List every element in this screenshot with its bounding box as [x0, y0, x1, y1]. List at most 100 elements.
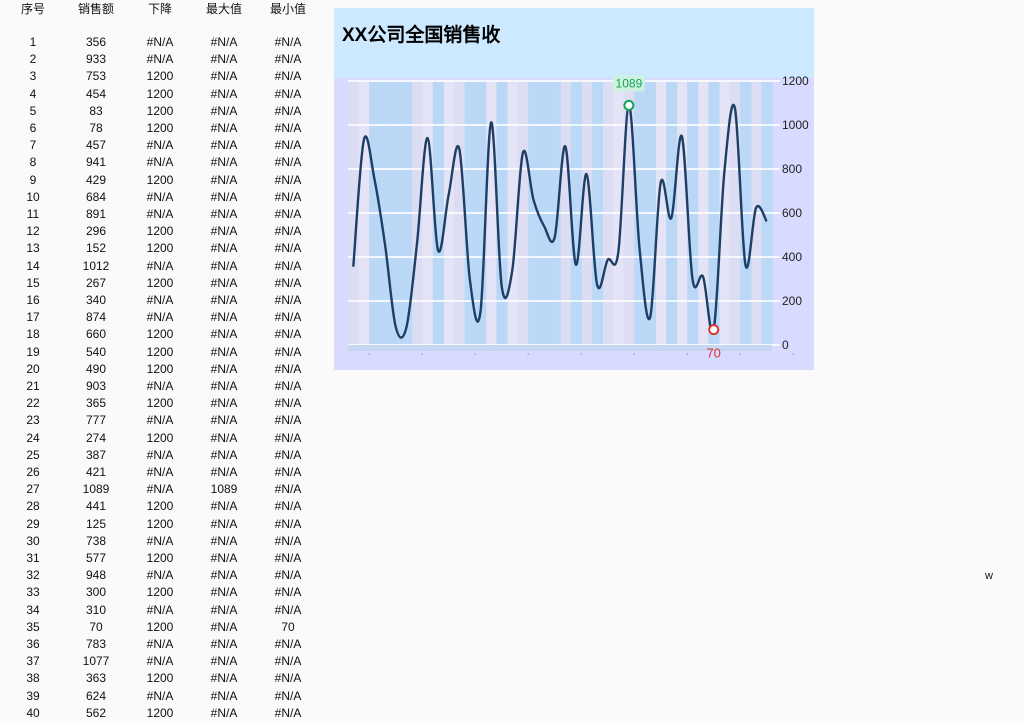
table-cell[interactable]: #N/A: [258, 550, 318, 567]
table-cell[interactable]: #N/A: [258, 326, 318, 343]
table-cell[interactable]: #N/A: [130, 206, 190, 223]
table-cell[interactable]: 310: [65, 602, 127, 619]
table-cell[interactable]: 70: [258, 619, 318, 636]
table-cell[interactable]: 365: [65, 395, 127, 412]
table-cell[interactable]: #N/A: [130, 636, 190, 653]
table-cell[interactable]: #N/A: [130, 292, 190, 309]
table-cell[interactable]: #N/A: [194, 636, 254, 653]
table-cell[interactable]: #N/A: [258, 86, 318, 103]
table-cell[interactable]: 1089: [65, 481, 127, 498]
table-cell[interactable]: #N/A: [258, 120, 318, 137]
table-cell[interactable]: 33: [8, 584, 58, 601]
table-cell[interactable]: #N/A: [258, 636, 318, 653]
table-cell[interactable]: #N/A: [194, 326, 254, 343]
table-cell[interactable]: 1089: [194, 481, 254, 498]
table-cell[interactable]: 1200: [130, 103, 190, 120]
table-cell[interactable]: #N/A: [130, 447, 190, 464]
table-cell[interactable]: #N/A: [194, 584, 254, 601]
table-cell[interactable]: 891: [65, 206, 127, 223]
table-cell[interactable]: #N/A: [194, 705, 254, 722]
column-header[interactable]: 序号: [8, 1, 58, 18]
table-cell[interactable]: 83: [65, 103, 127, 120]
table-cell[interactable]: 1200: [130, 275, 190, 292]
table-cell[interactable]: 3: [8, 68, 58, 85]
table-cell[interactable]: 23: [8, 412, 58, 429]
table-cell[interactable]: 1012: [65, 258, 127, 275]
table-cell[interactable]: #N/A: [194, 464, 254, 481]
table-cell[interactable]: #N/A: [194, 206, 254, 223]
table-cell[interactable]: #N/A: [258, 137, 318, 154]
table-cell[interactable]: 1200: [130, 498, 190, 515]
table-cell[interactable]: 1200: [130, 670, 190, 687]
table-cell[interactable]: 37: [8, 653, 58, 670]
table-cell[interactable]: 1200: [130, 240, 190, 257]
table-cell[interactable]: 421: [65, 464, 127, 481]
column-header[interactable]: 销售额: [65, 1, 127, 18]
table-cell[interactable]: 457: [65, 137, 127, 154]
table-cell[interactable]: #N/A: [258, 34, 318, 51]
table-cell[interactable]: #N/A: [194, 498, 254, 515]
table-cell[interactable]: #N/A: [258, 344, 318, 361]
table-cell[interactable]: 874: [65, 309, 127, 326]
table-cell[interactable]: 441: [65, 498, 127, 515]
table-cell[interactable]: #N/A: [194, 567, 254, 584]
table-cell[interactable]: 12: [8, 223, 58, 240]
table-cell[interactable]: 24: [8, 430, 58, 447]
table-cell[interactable]: #N/A: [194, 137, 254, 154]
table-cell[interactable]: 29: [8, 516, 58, 533]
table-cell[interactable]: 38: [8, 670, 58, 687]
table-cell[interactable]: 562: [65, 705, 127, 722]
column-header[interactable]: 最小值: [258, 1, 318, 18]
table-cell[interactable]: #N/A: [258, 670, 318, 687]
table-cell[interactable]: #N/A: [258, 223, 318, 240]
table-cell[interactable]: #N/A: [194, 154, 254, 171]
table-cell[interactable]: #N/A: [130, 258, 190, 275]
table-cell[interactable]: #N/A: [194, 670, 254, 687]
table-cell[interactable]: 300: [65, 584, 127, 601]
sales-chart[interactable]: 0 200 400 600 800 1000 1200 1089 70 XX公司全国销售收: [334, 8, 814, 370]
table-cell[interactable]: 454: [65, 86, 127, 103]
table-cell[interactable]: 8: [8, 154, 58, 171]
column-header[interactable]: 下降: [130, 1, 190, 18]
table-cell[interactable]: #N/A: [130, 412, 190, 429]
table-cell[interactable]: 1200: [130, 223, 190, 240]
table-cell[interactable]: #N/A: [130, 481, 190, 498]
table-cell[interactable]: 1200: [130, 584, 190, 601]
table-cell[interactable]: 125: [65, 516, 127, 533]
table-cell[interactable]: #N/A: [258, 51, 318, 68]
table-cell[interactable]: #N/A: [258, 447, 318, 464]
table-cell[interactable]: #N/A: [258, 516, 318, 533]
table-cell[interactable]: #N/A: [130, 653, 190, 670]
table-cell[interactable]: #N/A: [258, 309, 318, 326]
table-cell[interactable]: 933: [65, 51, 127, 68]
table-cell[interactable]: #N/A: [130, 154, 190, 171]
table-cell[interactable]: #N/A: [130, 137, 190, 154]
table-cell[interactable]: #N/A: [194, 103, 254, 120]
table-cell[interactable]: #N/A: [258, 688, 318, 705]
table-cell[interactable]: 5: [8, 103, 58, 120]
table-cell[interactable]: #N/A: [194, 344, 254, 361]
table-cell[interactable]: #N/A: [194, 223, 254, 240]
table-cell[interactable]: #N/A: [258, 533, 318, 550]
table-cell[interactable]: #N/A: [258, 154, 318, 171]
table-cell[interactable]: 1200: [130, 86, 190, 103]
table-cell[interactable]: 753: [65, 68, 127, 85]
table-cell[interactable]: 19: [8, 344, 58, 361]
table-cell[interactable]: #N/A: [258, 240, 318, 257]
table-cell[interactable]: #N/A: [194, 189, 254, 206]
table-cell[interactable]: 15: [8, 275, 58, 292]
table-cell[interactable]: 31: [8, 550, 58, 567]
table-cell[interactable]: 27: [8, 481, 58, 498]
table-cell[interactable]: #N/A: [258, 567, 318, 584]
table-cell[interactable]: #N/A: [194, 550, 254, 567]
table-cell[interactable]: #N/A: [194, 430, 254, 447]
table-cell[interactable]: #N/A: [258, 498, 318, 515]
table-cell[interactable]: #N/A: [258, 361, 318, 378]
table-cell[interactable]: 39: [8, 688, 58, 705]
table-cell[interactable]: 34: [8, 602, 58, 619]
table-cell[interactable]: #N/A: [130, 51, 190, 68]
table-cell[interactable]: 777: [65, 412, 127, 429]
table-cell[interactable]: 903: [65, 378, 127, 395]
table-cell[interactable]: 32: [8, 567, 58, 584]
table-cell[interactable]: #N/A: [258, 412, 318, 429]
